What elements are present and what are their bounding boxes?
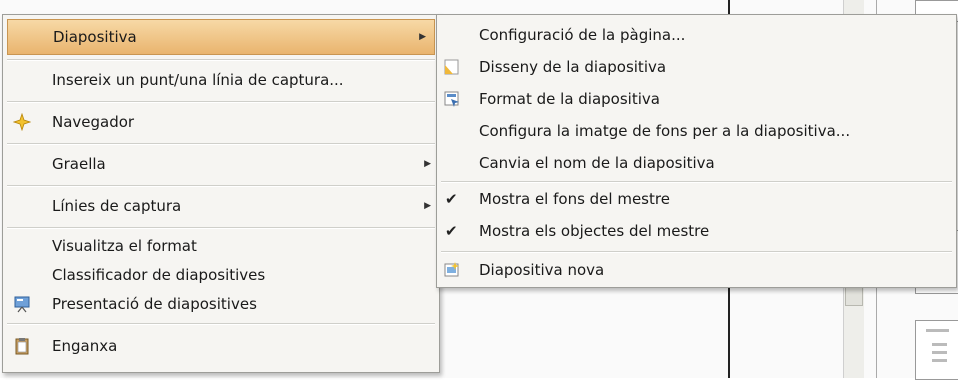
slide-design-icon — [443, 58, 461, 76]
menu-item-label: Navegador — [52, 113, 135, 131]
menu-item-classificador[interactable]: Classificador de diapositives — [3, 260, 439, 289]
paste-icon — [13, 337, 31, 355]
menu-item-label: Format de la diapositiva — [479, 90, 660, 108]
submenu-item-slide-layout[interactable]: Format de la diapositiva — [437, 83, 956, 115]
menu-item-presentacio[interactable]: Presentació de diapositives — [3, 289, 439, 318]
slide-layout-icon — [443, 90, 461, 108]
submenu-diapositiva: Configuració de la pàgina... Disseny de … — [436, 14, 957, 288]
menu-item-label: Configura la imatge de fons per a la dia… — [479, 122, 851, 140]
menu-item-label: Diapositiva — [53, 28, 137, 46]
submenu-item-show-master-objects[interactable]: ✔ Mostra els objectes del mestre — [437, 215, 956, 247]
submenu-item-background-image[interactable]: Configura la imatge de fons per a la dia… — [437, 115, 956, 147]
menu-item-label: Enganxa — [52, 337, 118, 355]
menu-item-label: Línies de captura — [52, 197, 182, 215]
menu-item-label: Configuració de la pàgina... — [479, 26, 686, 44]
slideshow-icon — [13, 295, 31, 313]
menu-item-label: Visualitza el format — [52, 236, 197, 255]
submenu-item-page-setup[interactable]: Configuració de la pàgina... — [437, 19, 956, 51]
submenu-item-slide-design[interactable]: Disseny de la diapositiva — [437, 51, 956, 83]
menu-item-label: Graella — [52, 155, 106, 173]
menu-separator — [7, 185, 435, 187]
menu-item-visualitza-format[interactable]: Visualitza el format — [3, 231, 439, 260]
menu-item-linies-de-captura[interactable]: Línies de captura ▶ — [3, 189, 439, 223]
menu-item-label: Diapositiva nova — [479, 261, 605, 279]
submenu-item-new-slide[interactable]: Diapositiva nova — [437, 255, 956, 285]
menu-item-label: Mostra els objectes del mestre — [479, 222, 710, 240]
menu-separator — [7, 101, 435, 103]
menu-separator — [7, 59, 435, 61]
menu-separator — [7, 227, 435, 229]
menu-item-diapositiva[interactable]: Diapositiva ▶ — [7, 19, 435, 55]
submenu-item-rename-slide[interactable]: Canvia el nom de la diapositiva — [437, 147, 956, 179]
menu-item-enganxa[interactable]: Enganxa — [3, 328, 439, 364]
submenu-arrow-icon: ▶ — [424, 159, 431, 169]
slide-thumbnail[interactable] — [915, 320, 958, 380]
menu-item-navegador[interactable]: Navegador — [3, 105, 439, 139]
context-menu: Diapositiva ▶ Insereix un punt/una línia… — [2, 14, 440, 373]
menu-separator — [441, 251, 952, 253]
submenu-arrow-icon: ▶ — [424, 201, 431, 211]
navigator-icon — [13, 113, 31, 131]
menu-item-label: Insereix un punt/una línia de captura... — [52, 71, 344, 89]
menu-separator — [7, 323, 435, 325]
menu-item-insert-snap-point[interactable]: Insereix un punt/una línia de captura... — [3, 63, 439, 97]
menu-item-label: Disseny de la diapositiva — [479, 58, 667, 76]
submenu-arrow-icon: ▶ — [419, 32, 426, 42]
submenu-item-show-master-background[interactable]: ✔ Mostra el fons del mestre — [437, 183, 956, 215]
menu-item-graella[interactable]: Graella ▶ — [3, 147, 439, 181]
menu-item-label: Mostra el fons del mestre — [479, 190, 670, 208]
menu-item-label: Presentació de diapositives — [52, 294, 257, 313]
menu-item-label: Canvia el nom de la diapositiva — [479, 154, 715, 172]
menu-item-label: Classificador de diapositives — [52, 265, 266, 284]
checkmark-icon: ✔ — [445, 222, 458, 240]
checkmark-icon: ✔ — [445, 190, 458, 208]
menu-separator — [7, 143, 435, 145]
new-slide-icon — [443, 261, 461, 279]
